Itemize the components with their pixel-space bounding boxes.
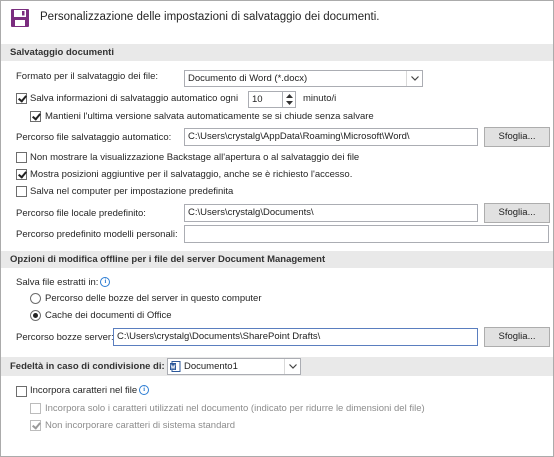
keep-last-version-label: Mantieni l'ultima versione salvata autom… — [45, 111, 374, 122]
fidelity-document-dropdown[interactable]: Documento1 — [167, 358, 301, 375]
autosave-minutes-input[interactable]: 10 — [248, 91, 283, 108]
embed-only-used-checkbox[interactable] — [30, 403, 41, 414]
browse-drafts-button[interactable]: Sfoglia... — [484, 327, 550, 347]
no-backstage-checkbox[interactable] — [16, 152, 27, 163]
autosave-minutes-spinner[interactable] — [283, 91, 296, 108]
embed-only-used-label: Incorpora solo i caratteri utilizzati ne… — [45, 403, 425, 414]
no-system-fonts-label: Non incorporare caratteri di sistema sta… — [45, 420, 236, 431]
spin-up-icon[interactable] — [283, 92, 295, 99]
spin-down-icon[interactable] — [283, 99, 295, 106]
keep-last-version-checkbox[interactable] — [30, 111, 41, 122]
local-path-label: Percorso file locale predefinito: — [16, 208, 146, 219]
no-system-fonts-checkbox[interactable] — [30, 420, 41, 431]
autosave-unit-label: minuto/i — [303, 93, 337, 104]
radio-server-drafts-label: Percorso delle bozze del server in quest… — [45, 293, 262, 304]
save-to-computer-checkbox[interactable] — [16, 186, 27, 197]
embed-fonts-checkbox[interactable] — [16, 386, 27, 397]
page-title: Personalizzazione delle impostazioni di … — [40, 11, 380, 23]
autorecover-path-input[interactable]: C:\Users\crystalg\AppData\Roaming\Micros… — [184, 128, 478, 146]
chevron-down-icon — [284, 359, 300, 374]
embed-fonts-label: Incorpora caratteri nel file i — [30, 384, 150, 398]
save-to-computer-label: Salva nel computer per impostazione pred… — [30, 186, 234, 197]
format-dropdown[interactable]: Documento di Word (*.docx) — [184, 70, 423, 87]
browse-local-button[interactable]: Sfoglia... — [484, 203, 550, 223]
drafts-path-label: Percorso bozze server: — [16, 332, 114, 343]
floppy-disk-icon — [11, 9, 29, 27]
templates-path-label: Percorso predefinito modelli personali: — [16, 229, 178, 240]
section-header-offline: Opzioni di modifica offline per i file d… — [1, 251, 553, 268]
no-backstage-label: Non mostrare la visualizzazione Backstag… — [30, 152, 360, 163]
show-places-checkbox[interactable] — [16, 169, 27, 180]
format-label: Formato per il salvataggio dei file: — [16, 71, 159, 82]
show-places-label: Mostra posizioni aggiuntive per il salva… — [30, 169, 353, 180]
radio-office-cache[interactable] — [30, 310, 41, 321]
chevron-down-icon — [406, 71, 422, 86]
autosave-checkbox[interactable] — [16, 93, 27, 104]
radio-office-cache-label: Cache dei documenti di Office — [45, 310, 172, 321]
radio-server-drafts[interactable] — [30, 293, 41, 304]
autosave-label: Salva informazioni di salvataggio automa… — [30, 93, 239, 104]
info-icon: i — [139, 385, 150, 396]
section-header-save: Salvataggio documenti — [1, 44, 553, 61]
drafts-path-input[interactable]: C:\Users\crystalg\Documents\SharePoint D… — [113, 328, 478, 346]
local-path-input[interactable]: C:\Users\crystalg\Documents\ — [184, 204, 478, 222]
save-checked-out-label: Salva file estratti in: i — [16, 276, 111, 290]
word-document-icon — [170, 361, 181, 372]
browse-autorecover-button[interactable]: Sfoglia... — [484, 127, 550, 147]
templates-path-input[interactable] — [184, 225, 549, 243]
autorecover-path-label: Percorso file salvataggio automatico: — [16, 132, 172, 143]
info-icon: i — [100, 277, 111, 288]
